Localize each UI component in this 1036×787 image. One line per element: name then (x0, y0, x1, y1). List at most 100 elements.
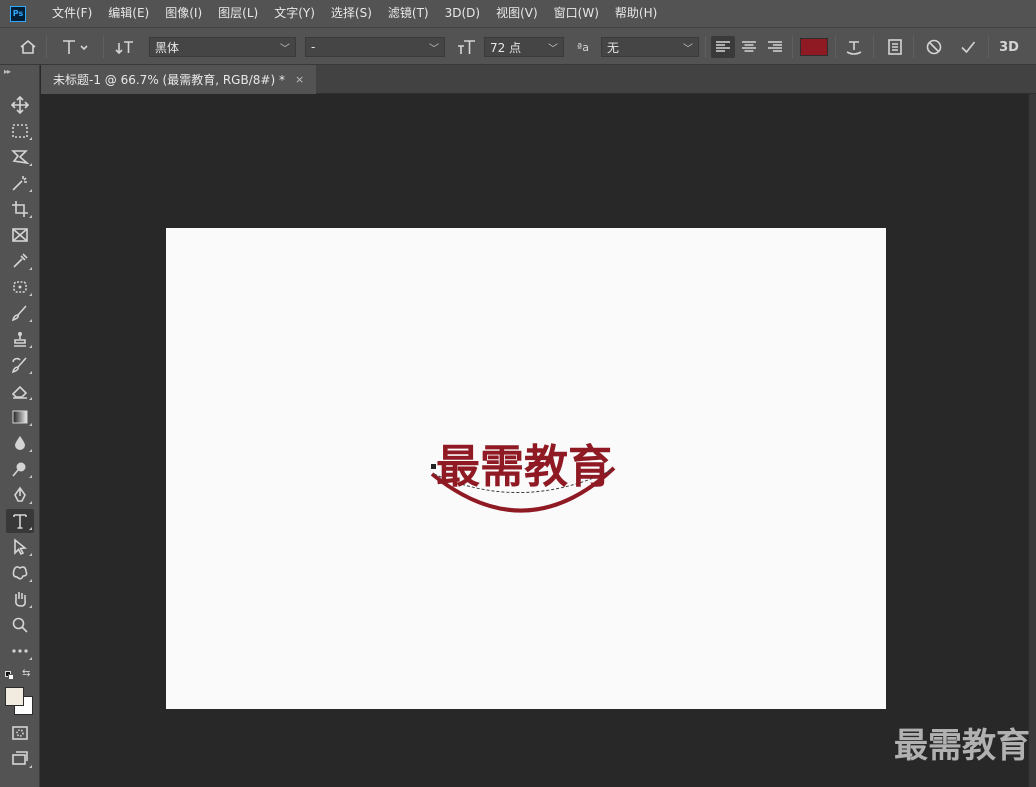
menu-select[interactable]: 选择(S) (323, 0, 380, 27)
lasso-icon (11, 150, 29, 165)
gradient-tool[interactable] (6, 405, 34, 429)
swap-colors-icon[interactable]: ⇆ (22, 668, 30, 679)
crop-tool[interactable] (6, 197, 34, 221)
document-tab[interactable]: 未标题-1 @ 66.7% (最需教育, RGB/8#) * × (41, 65, 317, 94)
document-canvas[interactable]: 最需教育 (166, 228, 886, 709)
screen-mode-button[interactable] (6, 747, 34, 771)
type-tool[interactable] (6, 509, 34, 533)
healing-icon (13, 281, 27, 293)
history-brush-tool[interactable] (6, 353, 34, 377)
screen-mode-icon (12, 751, 28, 765)
3d-button[interactable]: 3D (994, 28, 1024, 66)
eyedropper-tool[interactable] (6, 249, 34, 273)
tool-preset-picker[interactable] (56, 28, 94, 66)
pen-icon (14, 486, 26, 502)
ellipsis-icon (12, 649, 28, 653)
photoshop-logo-icon: Ps (10, 5, 26, 22)
frame-tool[interactable] (6, 223, 34, 247)
text-color-fill (800, 38, 828, 56)
character-panel-button[interactable] (882, 28, 908, 66)
marquee-icon (12, 124, 28, 138)
warp-text-button[interactable] (842, 28, 866, 66)
font-family-select[interactable]: 黑体 ﹀ (149, 37, 296, 57)
magic-wand-tool[interactable] (6, 171, 34, 195)
menu-edit[interactable]: 编辑(E) (100, 0, 157, 27)
menu-file[interactable]: 文件(F) (44, 0, 100, 27)
zoom-tool[interactable] (6, 613, 34, 637)
commit-edit-button[interactable] (955, 28, 981, 66)
quick-mask-button[interactable] (6, 721, 34, 745)
menu-filter[interactable]: 滤镜(T) (380, 0, 437, 27)
path-selection-tool[interactable] (6, 535, 34, 559)
panel-edge (1028, 94, 1036, 787)
font-size-value: 72 点 (490, 40, 522, 55)
crop-icon (12, 201, 28, 217)
cancel-icon (926, 39, 942, 55)
dodge-icon (12, 462, 26, 477)
font-style-value: - (311, 40, 316, 54)
cancel-edit-button[interactable] (921, 28, 947, 66)
tools-panel: ▸▸ ⇆ (0, 65, 40, 787)
brush-tool[interactable] (6, 301, 34, 325)
marquee-tool[interactable] (6, 119, 34, 143)
text-orientation-icon (115, 41, 133, 55)
eyedropper-icon (13, 253, 28, 268)
checkmark-icon (961, 41, 976, 54)
zoom-icon (12, 617, 28, 633)
custom-shape-tool[interactable] (6, 561, 34, 585)
lasso-tool[interactable] (6, 145, 34, 169)
move-icon (11, 96, 29, 114)
collapse-panel-icon[interactable]: ▸▸ (4, 67, 11, 76)
more-tools[interactable] (6, 639, 34, 663)
text-color-swatch[interactable] (799, 28, 829, 66)
align-left-button[interactable] (711, 36, 735, 58)
home-icon (20, 39, 36, 54)
dodge-tool[interactable] (6, 457, 34, 481)
align-right-icon (768, 41, 782, 52)
default-colors-icon[interactable] (5, 671, 15, 681)
menu-view[interactable]: 视图(V) (488, 0, 546, 27)
chevron-down-icon: ﹀ (429, 44, 439, 55)
clone-stamp-tool[interactable] (6, 327, 34, 351)
spot-healing-tool[interactable] (6, 275, 34, 299)
warp-text-icon (846, 41, 862, 55)
path-selection-icon (14, 538, 28, 556)
anti-alias-value: 无 (607, 40, 620, 55)
menu-window[interactable]: 窗口(W) (546, 0, 607, 27)
eraser-icon (11, 385, 28, 399)
close-tab-icon[interactable]: × (295, 73, 304, 86)
menu-image[interactable]: 图像(I) (157, 0, 210, 27)
menu-help[interactable]: 帮助(H) (607, 0, 665, 27)
toggle-orientation-button[interactable] (112, 28, 138, 66)
menu-bar: Ps 文件(F) 编辑(E) 图像(I) 图层(L) 文字(Y) 选择(S) 滤… (0, 0, 1036, 27)
pen-tool[interactable] (6, 483, 34, 507)
history-brush-icon (11, 357, 27, 374)
eraser-tool[interactable] (6, 379, 34, 403)
quick-mask-icon (12, 726, 28, 740)
align-center-button[interactable] (737, 28, 761, 66)
menu-layer[interactable]: 图层(L) (210, 0, 266, 27)
document-tab-bar: 未标题-1 @ 66.7% (最需教育, RGB/8#) * × (41, 65, 1036, 94)
chevron-down-icon: ﹀ (280, 44, 290, 55)
watermark: 最需教育 (894, 726, 1030, 766)
type-preset-icon (63, 40, 88, 54)
anti-alias-select[interactable]: 无 ﹀ (601, 37, 699, 57)
move-tool[interactable] (6, 93, 34, 117)
home-button[interactable] (14, 28, 42, 66)
blur-tool[interactable] (6, 431, 34, 455)
document-tab-title: 未标题-1 @ 66.7% (最需教育, RGB/8#) * (53, 73, 285, 87)
font-size-label (455, 28, 479, 66)
font-family-value: 黑体 (155, 40, 180, 55)
character-panel-icon (888, 39, 902, 55)
font-size-input[interactable]: 72 点 ﹀ (484, 37, 564, 57)
hand-tool[interactable] (6, 587, 34, 611)
foreground-color-swatch[interactable] (5, 687, 24, 706)
align-right-button[interactable] (763, 28, 787, 66)
font-style-select[interactable]: - ﹀ (305, 37, 445, 57)
menu-3d[interactable]: 3D(D) (437, 0, 488, 27)
font-size-icon (458, 40, 475, 54)
options-bar: 黑体 ﹀ - ﹀ 72 点 ﹀ ªa 无 ﹀ 3D (0, 27, 1036, 65)
anti-alias-label: ªa (577, 40, 589, 54)
canvas-text[interactable]: 最需教育 (436, 440, 612, 493)
menu-type[interactable]: 文字(Y) (266, 0, 323, 27)
